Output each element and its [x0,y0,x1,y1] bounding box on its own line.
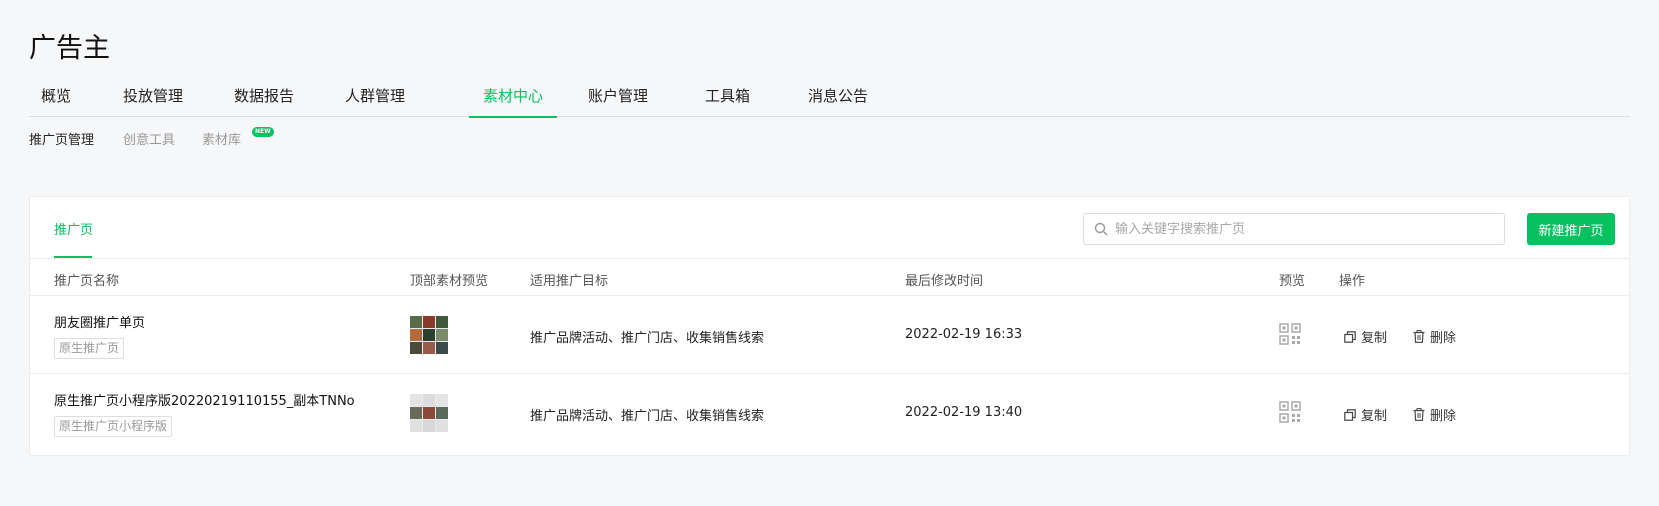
col-header-modified: 最后修改时间 [905,274,984,289]
tab-toolbox[interactable]: 工具箱 [691,85,764,117]
subnav-material-library[interactable]: 素材库 [202,129,241,148]
last-modified-time: 2022-02-19 16:33 [905,327,1023,342]
trash-icon [1413,330,1425,343]
copy-label: 复制 [1361,409,1388,424]
tab-audience-management[interactable]: 人群管理 [331,85,419,117]
delete-button[interactable]: 删除 [1413,327,1456,346]
tab-campaign-management[interactable]: 投放管理 [109,85,197,117]
page-title: 广告主 [29,33,110,64]
col-header-preview: 预览 [1279,274,1306,289]
last-modified-time: 2022-02-19 13:40 [905,405,1023,420]
material-thumbnail [410,394,448,432]
copy-button[interactable]: 复制 [1344,405,1387,424]
tab-landing-pages[interactable]: 推广页 [54,219,93,238]
main-nav: 概览 投放管理 数据报告 人群管理 素材中心 账户管理 工具箱 消息公告 [27,80,1630,118]
col-header-name: 推广页名称 [54,274,120,289]
tab-data-reports[interactable]: 数据报告 [220,85,308,117]
table-header: 推广页名称 顶部素材预览 适用推广目标 最后修改时间 预览 操作 [30,258,1629,296]
promotion-targets: 推广品牌活动、推广门店、收集销售线索 [530,409,765,424]
col-header-targets: 适用推广目标 [530,274,609,289]
delete-label: 删除 [1430,331,1457,346]
tab-material-center[interactable]: 素材中心 [469,85,558,118]
col-header-preview-material: 顶部素材预览 [410,274,489,289]
copy-label: 复制 [1361,331,1388,346]
trash-icon [1413,408,1425,421]
search-icon [1094,222,1108,236]
copy-icon [1344,408,1356,421]
subnav-creative-tools[interactable]: 创意工具 [123,129,175,148]
tab-account-management[interactable]: 账户管理 [574,85,662,117]
col-header-actions: 操作 [1339,274,1366,289]
delete-label: 删除 [1430,409,1457,424]
landing-page-card: 推广页 新建推广页 推广页名称 顶部素材预览 适用推广目标 最后修改时间 预览 … [29,196,1630,456]
qrcode-icon[interactable] [1279,323,1301,345]
search-input[interactable] [1115,221,1495,237]
landing-page-type-tag: 原生推广页小程序版 [54,416,173,437]
subnav-landing-page-management[interactable]: 推广页管理 [29,129,94,148]
material-thumbnail [410,316,448,354]
qrcode-icon[interactable] [1279,401,1301,423]
delete-button[interactable]: 删除 [1413,405,1456,424]
landing-page-name[interactable]: 原生推广页小程序版20220219110155_副本TNNo [54,390,355,409]
table-row: 朋友圈推广单页 原生推广页 推广品牌活动、推广门店、收集销售线索 2022-02… [30,296,1629,374]
landing-page-type-tag: 原生推广页 [54,338,125,359]
tab-announcements[interactable]: 消息公告 [794,85,882,117]
new-landing-page-button[interactable]: 新建推广页 [1527,213,1615,245]
landing-page-name[interactable]: 朋友圈推广单页 [54,312,145,331]
copy-icon [1344,330,1356,343]
tab-overview[interactable]: 概览 [27,85,85,117]
search-box[interactable] [1083,213,1505,245]
new-badge: NEW [252,127,274,137]
promotion-targets: 推广品牌活动、推广门店、收集销售线索 [530,331,765,346]
table-row: 原生推广页小程序版20220219110155_副本TNNo 原生推广页小程序版… [30,374,1629,452]
copy-button[interactable]: 复制 [1344,327,1387,346]
